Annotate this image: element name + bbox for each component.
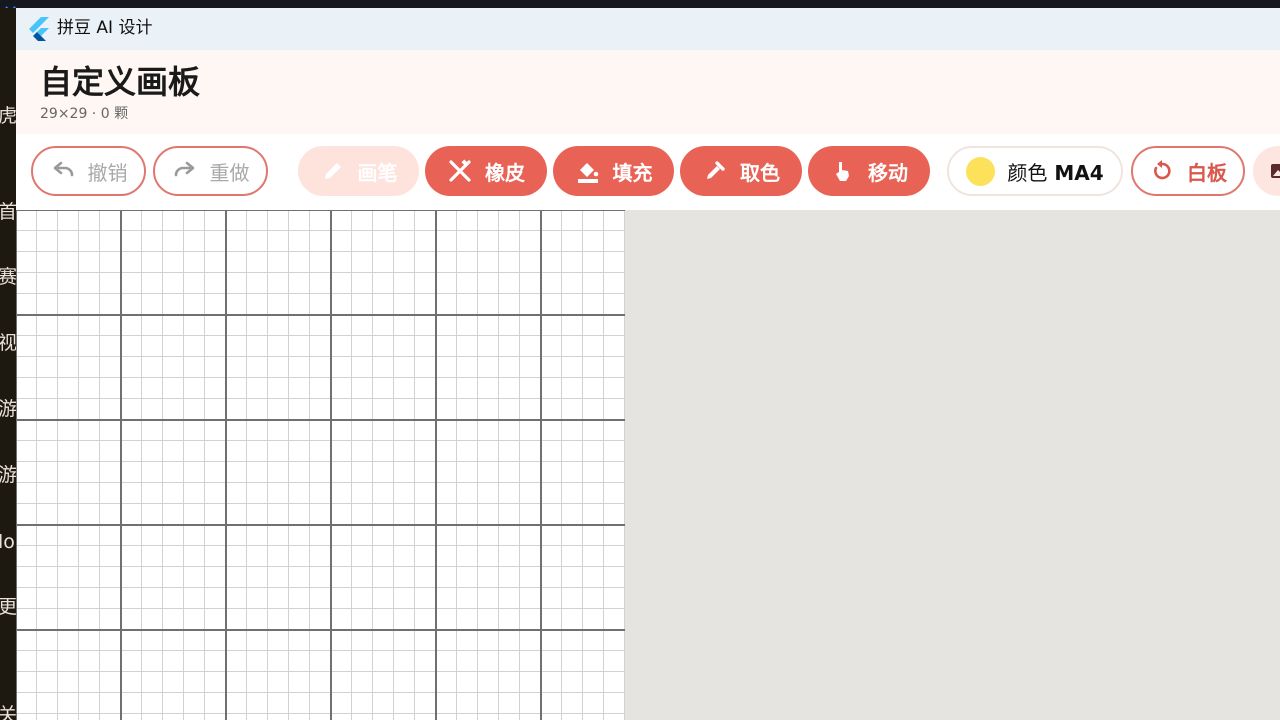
move-button[interactable]: 移动 [808, 146, 930, 196]
eraser-button[interactable]: 橡皮 [425, 146, 547, 196]
brush-button[interactable]: 画笔 [298, 146, 419, 196]
background-sidebar-item[interactable]: 赛 [0, 267, 16, 287]
background-sidebar-item[interactable]: 游 [0, 465, 16, 485]
background-sidebar-item[interactable]: 首 [0, 202, 16, 222]
reset-icon [1149, 158, 1175, 184]
color-swatch [966, 157, 995, 186]
background-sidebar-item[interactable]: 关 [0, 705, 16, 720]
pencil-icon [320, 158, 346, 184]
page-title: 自定义画板 [40, 62, 200, 102]
toolbar: 撤销 重做 画笔 橡皮 填充 [16, 134, 1280, 210]
background-sidebar-item[interactable]: lo [0, 532, 16, 552]
eyedropper-icon [702, 158, 728, 184]
undo-label: 撤销 [88, 157, 128, 186]
flutter-logo-icon [28, 17, 50, 41]
image-button[interactable] [1253, 146, 1280, 196]
fill-button[interactable]: 填充 [553, 146, 674, 196]
move-label: 移动 [868, 157, 908, 186]
background-sidebar-item[interactable]: 更 [0, 597, 16, 617]
picker-button[interactable]: 取色 [680, 146, 802, 196]
redo-label: 重做 [210, 157, 250, 186]
image-icon [1267, 158, 1280, 184]
undo-icon [50, 158, 76, 184]
brush-label: 画笔 [358, 157, 398, 186]
app-window: 拼豆 AI 设计 自定义画板 29×29 · 0 颗 撤销 重做 画笔 [16, 8, 1280, 720]
redo-button[interactable]: 重做 [153, 146, 268, 196]
color-label: 颜色 MA4 [1007, 157, 1103, 186]
color-button[interactable]: 颜色 MA4 [947, 146, 1123, 196]
window-titlebar: 拼豆 AI 设计 [16, 8, 1280, 50]
background-sidebar-item[interactable]: 游 [0, 399, 16, 419]
background-sidebar-item[interactable]: 虎 [0, 106, 16, 126]
window-title: 拼豆 AI 设计 [57, 17, 152, 39]
eraser-icon [447, 158, 473, 184]
fill-bucket-icon [575, 158, 601, 184]
page-subtitle: 29×29 · 0 颗 [40, 105, 128, 123]
whiteboard-label: 白板 [1187, 157, 1227, 186]
fill-label: 填充 [613, 157, 653, 186]
eraser-label: 橡皮 [485, 157, 525, 186]
page-header: 自定义画板 29×29 · 0 颗 [16, 50, 1280, 134]
hand-pointer-icon [830, 158, 856, 184]
whiteboard-button[interactable]: 白板 [1131, 146, 1245, 196]
color-prefix: 颜色 [1007, 161, 1047, 185]
bead-grid-canvas[interactable] [16, 210, 625, 720]
picker-label: 取色 [740, 157, 780, 186]
background-sidebar: 虎 首 赛 视 游 游 lo 更 关 [0, 8, 16, 720]
undo-button[interactable]: 撤销 [31, 146, 146, 196]
background-sidebar-item[interactable]: 视 [0, 333, 16, 353]
redo-icon [172, 158, 198, 184]
canvas-area [16, 210, 1280, 720]
background-topbar [0, 0, 1280, 8]
color-code: MA4 [1054, 161, 1103, 185]
